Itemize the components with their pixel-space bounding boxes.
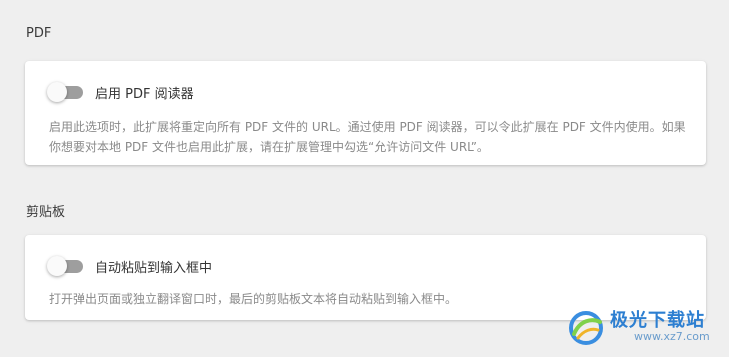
toggle-knob (47, 82, 67, 102)
auto-paste-toggle[interactable] (47, 256, 85, 276)
section-title-pdf: PDF (26, 26, 52, 41)
toggle-knob (47, 256, 67, 276)
auto-paste-toggle-label: 自动粘贴到输入框中 (95, 260, 213, 276)
pdf-settings-card: 启用 PDF 阅读器 启用此选项时，此扩展将重定向所有 PDF 文件的 URL。… (25, 61, 706, 165)
watermark-brand: 极光下载站 (610, 310, 705, 331)
pdf-reader-description: 启用此选项时，此扩展将重定向所有 PDF 文件的 URL。通过使用 PDF 阅读… (49, 120, 686, 154)
pdf-reader-setting-row: 启用 PDF 阅读器 (47, 82, 194, 102)
pdf-reader-toggle-label: 启用 PDF 阅读器 (95, 86, 194, 102)
auto-paste-setting-row: 自动粘贴到输入框中 (47, 256, 212, 276)
section-title-clipboard: 剪贴板 (26, 205, 66, 220)
pdf-reader-toggle[interactable] (47, 82, 85, 102)
aurora-logo-icon (569, 311, 603, 345)
watermark: 极光下载站 www.xz7.com (566, 300, 726, 355)
watermark-url: www.xz7.com (634, 330, 710, 343)
